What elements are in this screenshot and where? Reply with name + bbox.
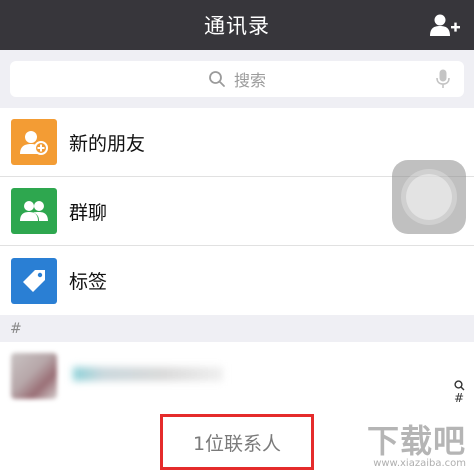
page-title: 通讯录 bbox=[204, 14, 270, 38]
list-item-label: 群聊 bbox=[69, 201, 108, 224]
alphabet-index-bar[interactable]: # bbox=[452, 380, 466, 405]
list-item-label: 新的朋友 bbox=[69, 132, 146, 155]
index-item[interactable]: # bbox=[454, 391, 464, 405]
watermark-logo: 下载吧 bbox=[366, 422, 466, 460]
search-area: 搜索 bbox=[0, 50, 474, 108]
avatar bbox=[11, 353, 57, 399]
search-input[interactable]: 搜索 bbox=[10, 61, 464, 97]
assistive-touch-icon bbox=[406, 174, 452, 220]
watermark-url: www.xiazaiba.com bbox=[373, 458, 466, 469]
section-header: # bbox=[0, 316, 474, 342]
list-item-tags[interactable]: 标签 bbox=[0, 246, 474, 315]
group-chat-icon bbox=[11, 188, 57, 234]
search-icon bbox=[209, 71, 225, 87]
list-item-label: 标签 bbox=[69, 271, 108, 293]
contact-count: 1位联系人 bbox=[192, 432, 282, 455]
search-placeholder: 搜索 bbox=[233, 71, 266, 90]
watermark: 下载吧 www.xiazaiba.com bbox=[346, 424, 466, 470]
new-friend-icon bbox=[11, 119, 57, 165]
add-contact-button[interactable] bbox=[428, 10, 462, 40]
search-icon[interactable] bbox=[453, 380, 465, 391]
highlight-box: 1位联系人 bbox=[159, 414, 315, 470]
add-person-icon bbox=[430, 14, 460, 36]
assistive-touch-button[interactable] bbox=[392, 160, 466, 234]
contact-name-blurred bbox=[73, 366, 223, 386]
contact-list-item[interactable] bbox=[0, 342, 474, 410]
microphone-icon[interactable] bbox=[436, 69, 450, 89]
tag-icon bbox=[11, 257, 57, 304]
navigation-bar: 通讯录 bbox=[0, 0, 474, 50]
